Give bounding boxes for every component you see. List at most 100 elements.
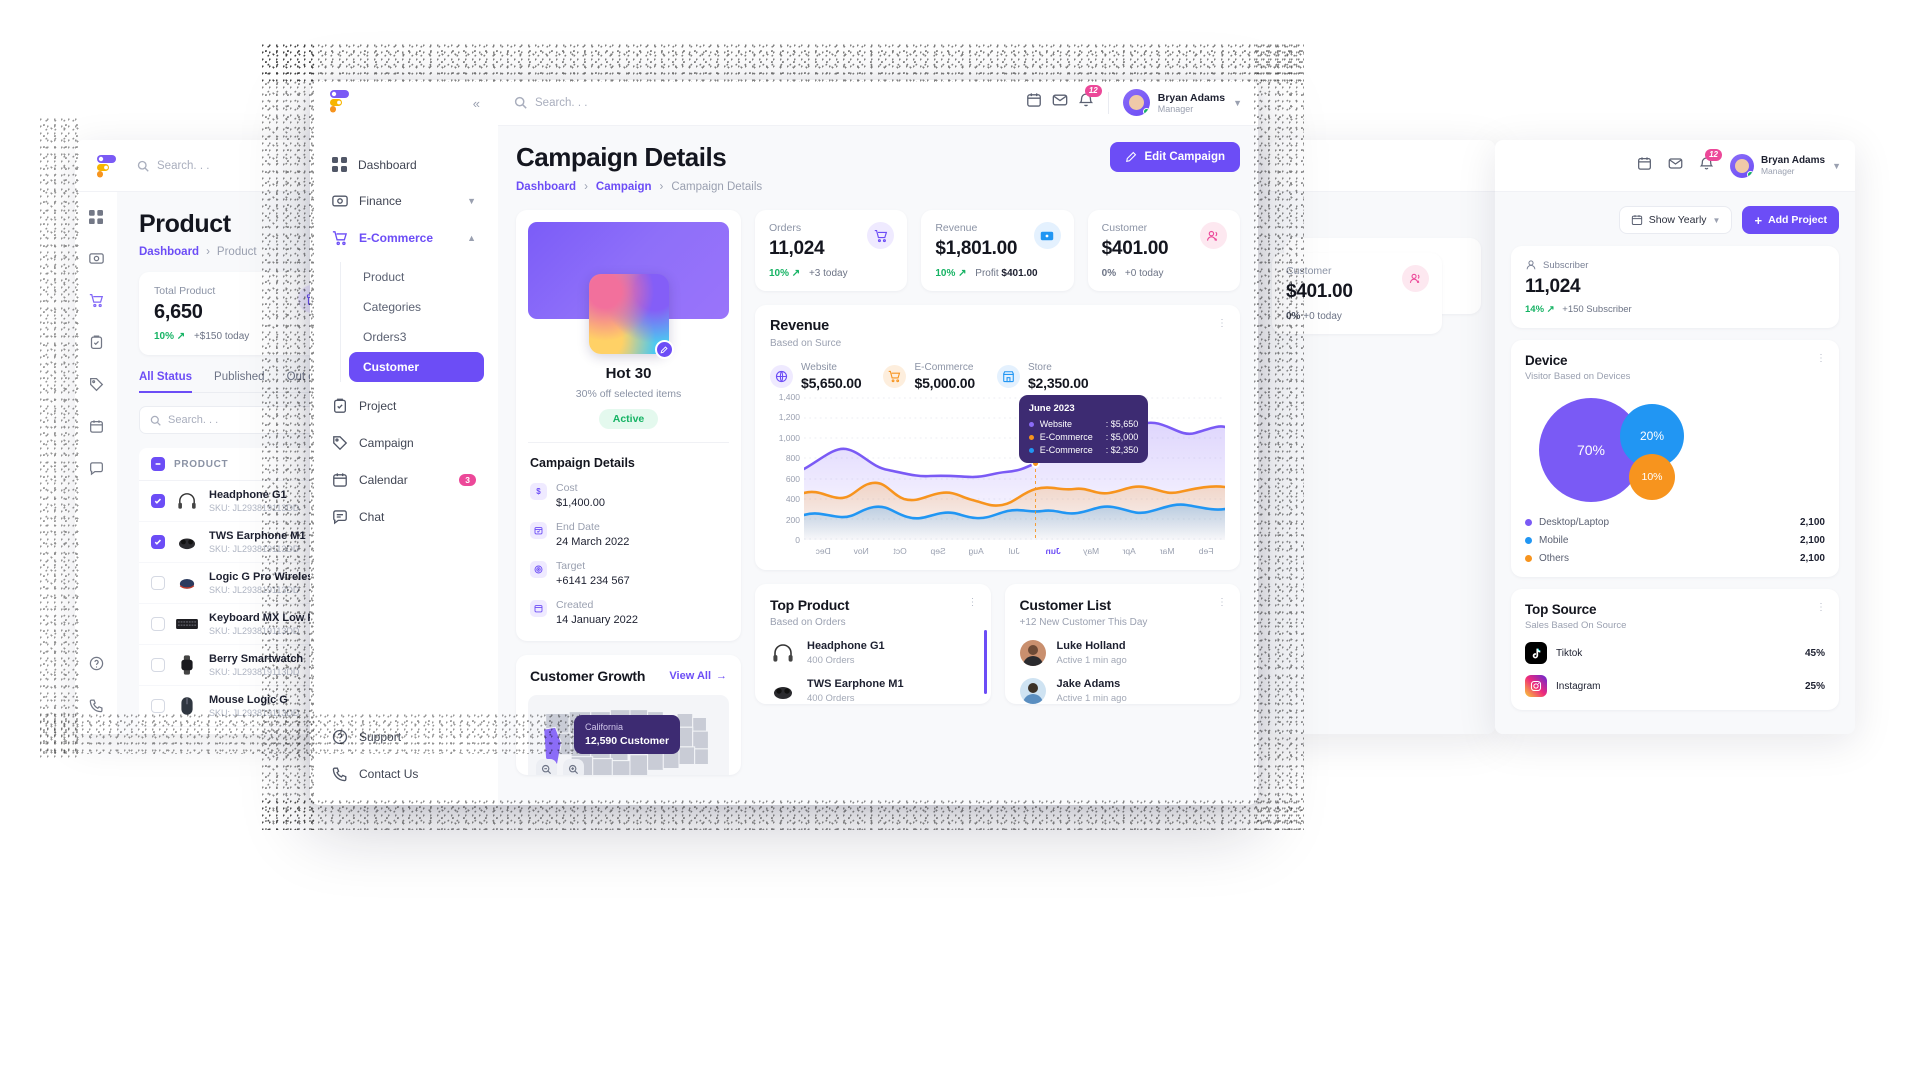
user-text: Bryan Adams Manager: [1761, 155, 1825, 176]
detail-value: 14 January 2022: [556, 614, 638, 626]
sidebar-item-support[interactable]: Support: [324, 720, 484, 754]
top-product-menu-icon[interactable]: ⋮: [968, 597, 979, 608]
sidebar-item-project[interactable]: [89, 335, 104, 355]
left-column: Hot 30 30% off selected items Active Cam…: [516, 210, 741, 775]
sidebar-subnav: Product Categories Orders 3 Customer: [340, 262, 484, 382]
help-icon[interactable]: [89, 656, 104, 676]
select-all-checkbox[interactable]: [151, 457, 165, 471]
row-checkbox[interactable]: [151, 494, 165, 508]
breadcrumb-mid[interactable]: Campaign: [596, 181, 652, 193]
sidebar-item-product[interactable]: Product: [349, 262, 484, 292]
sidebar-item-ecommerce[interactable]: E-Commerce ▲: [324, 221, 484, 255]
sidebar-item-categories[interactable]: Categories: [349, 292, 484, 322]
period-select[interactable]: Show Yearly ▼: [1618, 206, 1733, 234]
search-input[interactable]: Search. . .: [514, 96, 1016, 109]
tab-all-status[interactable]: All Status: [139, 371, 193, 393]
sidebar-subitem-label: Customer: [363, 360, 420, 374]
sidebar-item-dashboard[interactable]: Dashboard: [324, 148, 484, 181]
calendar-badge: 3: [459, 474, 476, 486]
chevron-down-icon[interactable]: ▼: [1832, 161, 1841, 171]
row-checkbox[interactable]: [151, 658, 165, 672]
view-all-link[interactable]: View All →: [669, 670, 727, 682]
chevron-down-icon[interactable]: ▼: [1233, 98, 1242, 108]
breadcrumb-root[interactable]: Dashboard: [516, 181, 576, 193]
edit-campaign-button[interactable]: Edit Campaign: [1110, 142, 1240, 172]
globe-icon: [770, 365, 793, 388]
mail-icon[interactable]: [1052, 92, 1068, 113]
usa-map[interactable]: California 12,590 Customer: [528, 695, 729, 775]
row-checkbox[interactable]: [151, 535, 165, 549]
list-item[interactable]: Jake Adams Active 1 min ago: [1019, 678, 1226, 704]
sidebar-item-calendar[interactable]: [89, 419, 104, 439]
sidebar-item-project[interactable]: Project: [324, 389, 484, 423]
sidebar-footer: Support Contact Us: [324, 720, 484, 805]
sidebar-item-campaign[interactable]: Campaign: [324, 426, 484, 460]
target-icon: [530, 561, 547, 578]
row-text: Headphone G1 SKU: JL293819113DD: [209, 489, 299, 513]
tab-published[interactable]: Published: [214, 371, 265, 383]
sidebar-item-dashboard[interactable]: [89, 210, 103, 229]
stat-cards-row: Orders 11,024 10% ↗ +3 today Revenue $1,…: [755, 210, 1240, 291]
detail-key: Target: [556, 560, 586, 572]
customer-list-menu-icon[interactable]: ⋮: [1217, 597, 1228, 608]
campaign-hero: [516, 210, 741, 359]
mail-icon[interactable]: [1668, 156, 1683, 176]
notifications-icon[interactable]: 12: [1699, 148, 1722, 176]
app-logo[interactable]: [75, 154, 137, 178]
revenue-menu-icon[interactable]: ⋮: [1217, 318, 1228, 329]
x-tick: Oct: [893, 546, 907, 556]
sidebar-item-chat[interactable]: [89, 461, 104, 481]
breadcrumb-root[interactable]: Dashboard: [139, 246, 199, 258]
chevron-down-icon[interactable]: ▼: [467, 196, 476, 206]
zoom-out-button[interactable]: [536, 759, 557, 775]
top-source-title: Top Source: [1525, 602, 1597, 617]
legend-label: Desktop/Laptop: [1539, 517, 1610, 528]
row-checkbox[interactable]: [151, 576, 165, 590]
sidebar-item-label: Calendar: [359, 473, 408, 487]
x-tick: Sep: [930, 546, 946, 556]
sidebar-item-customer[interactable]: Customer: [349, 352, 484, 382]
zoom-in-button[interactable]: [563, 759, 584, 775]
sidebar-item-contact-us[interactable]: Contact Us: [324, 757, 484, 791]
collapse-sidebar-button[interactable]: «: [473, 96, 480, 111]
sidebar-item-chat[interactable]: Chat: [324, 500, 484, 534]
app-logo[interactable]: [328, 89, 350, 118]
list-item[interactable]: Luke Holland Active 1 min ago: [1019, 640, 1226, 666]
calendar-icon[interactable]: [1026, 92, 1042, 113]
chevron-up-icon[interactable]: ▲: [467, 233, 476, 243]
item-name: Headphone G1: [807, 640, 885, 652]
scrollbar[interactable]: [983, 630, 987, 694]
search-icon: [137, 160, 149, 172]
notifications-icon[interactable]: 12: [1078, 85, 1102, 113]
search-placeholder: Search. . .: [535, 96, 588, 109]
list-item[interactable]: TWS Earphone M1 400 Orders: [770, 678, 976, 704]
tooltip-label: E-Commerce: [1039, 445, 1093, 455]
sidebar-item-finance[interactable]: Finance ▼: [324, 184, 484, 218]
top-source-menu-icon[interactable]: ⋮: [1816, 602, 1827, 613]
phone-icon[interactable]: [89, 698, 104, 718]
sidebar-item-finance[interactable]: [88, 251, 104, 271]
delta-note: +0 today: [1124, 268, 1164, 279]
user-menu[interactable]: Bryan Adams Manager ▼: [1729, 153, 1841, 178]
row-text: TWS Earphone M1 SKU: JL293819113DD: [209, 530, 306, 554]
detail-row: End Date 24 March 2022: [530, 521, 727, 548]
edit-thumbnail-button[interactable]: [654, 340, 674, 359]
row-checkbox[interactable]: [151, 699, 165, 713]
row-checkbox[interactable]: [151, 617, 165, 631]
x-tick: Apr: [1122, 546, 1136, 556]
device-menu-icon[interactable]: ⋮: [1816, 353, 1827, 364]
notification-badge: 12: [1705, 148, 1722, 161]
tooltip-date: June 2023: [1028, 403, 1075, 414]
sidebar-item-ecommerce[interactable]: [89, 293, 104, 313]
calendar-icon[interactable]: [1637, 156, 1652, 176]
user-menu[interactable]: Bryan Adams Manager ▼: [1122, 89, 1242, 116]
plus-icon: +: [1754, 212, 1763, 228]
tooltip-value: 12,590 Customer: [585, 735, 670, 747]
add-project-button[interactable]: + Add Project: [1742, 206, 1839, 234]
sidebar-item-calendar[interactable]: Calendar 3: [324, 463, 484, 497]
search-input[interactable]: Search. . .: [137, 160, 209, 172]
list-item[interactable]: Headphone G1 400 Orders: [770, 640, 976, 666]
money-icon: [1033, 222, 1061, 249]
sidebar-item-orders[interactable]: Orders 3: [349, 322, 484, 352]
sidebar-item-campaign[interactable]: [89, 377, 104, 397]
